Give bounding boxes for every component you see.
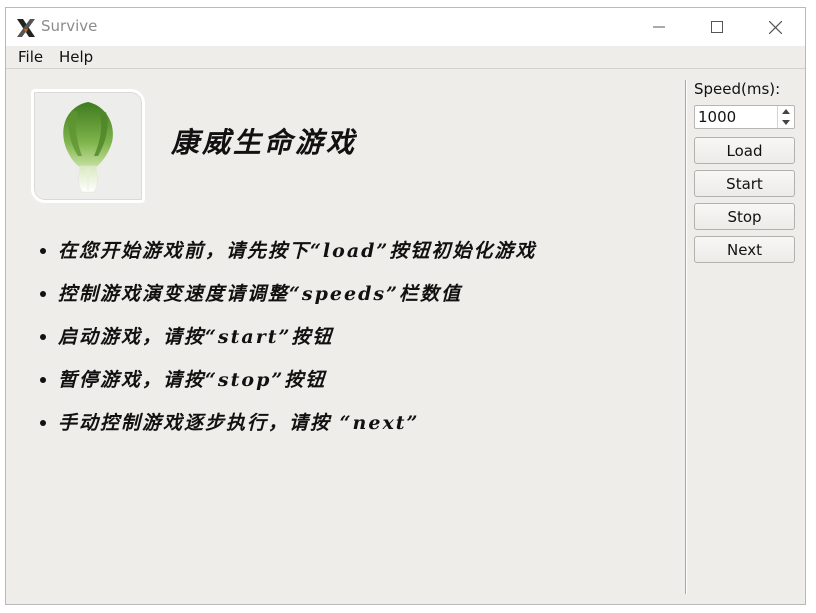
list-item: 手动控制游戏逐步执行，请按 “next”	[40, 408, 536, 451]
menu-help[interactable]: Help	[59, 48, 93, 66]
spin-buttons	[777, 106, 794, 128]
list-item: 在您开始游戏前，请先按下“load”按钮初始化游戏	[40, 236, 536, 279]
instruction-text: 在您开始游戏前，请先按下“load”按钮初始化游戏	[58, 240, 537, 262]
minimize-button[interactable]	[636, 8, 682, 46]
bullet-icon	[40, 420, 46, 426]
list-item: 控制游戏演变速度请调整“speeds”栏数值	[40, 279, 536, 322]
menu-bar: File Help	[6, 46, 805, 69]
instruction-list: 在您开始游戏前，请先按下“load”按钮初始化游戏 控制游戏演变速度请调整“sp…	[40, 236, 536, 451]
menu-file[interactable]: File	[18, 48, 43, 66]
maximize-icon	[711, 21, 723, 33]
speed-label: Speed(ms):	[694, 80, 781, 98]
maximize-button[interactable]	[694, 8, 740, 46]
instruction-text: 手动控制游戏逐步执行，请按 “next”	[58, 412, 420, 434]
close-icon	[768, 20, 782, 34]
instruction-text: 启动游戏，请按“start”按钮	[58, 326, 334, 348]
x-logo-icon	[15, 17, 37, 39]
stop-button[interactable]: Stop	[694, 203, 795, 230]
bullet-icon	[40, 377, 46, 383]
bullet-icon	[40, 334, 46, 340]
close-button[interactable]	[752, 8, 798, 46]
spin-up-button[interactable]	[778, 106, 794, 117]
title-bar[interactable]: Survive	[6, 8, 805, 46]
bullet-icon	[40, 291, 46, 297]
bok-choy-icon	[63, 102, 113, 193]
start-button[interactable]: Start	[694, 170, 795, 197]
list-item: 暂停游戏，请按“stop”按钮	[40, 365, 536, 408]
sidebar-divider	[685, 80, 687, 594]
minimize-icon	[653, 26, 665, 28]
chevron-up-icon	[782, 109, 790, 114]
chevron-down-icon	[782, 120, 790, 125]
load-button[interactable]: Load	[694, 137, 795, 164]
app-window: Survive File Help 康威生命游戏 在您开始游戏前，请先按下“lo…	[5, 7, 806, 605]
app-heading: 康威生命游戏	[171, 126, 358, 159]
logo-frame	[31, 89, 145, 203]
speed-input[interactable]	[698, 108, 776, 126]
list-item: 启动游戏，请按“start”按钮	[40, 322, 536, 365]
bullet-icon	[40, 248, 46, 254]
instruction-text: 暂停游戏，请按“stop”按钮	[58, 369, 327, 391]
next-button[interactable]: Next	[694, 236, 795, 263]
speed-spinbox[interactable]	[694, 105, 795, 129]
spin-down-button[interactable]	[778, 117, 794, 128]
window-title: Survive	[41, 17, 98, 35]
instruction-text: 控制游戏演变速度请调整“speeds”栏数值	[58, 283, 462, 305]
